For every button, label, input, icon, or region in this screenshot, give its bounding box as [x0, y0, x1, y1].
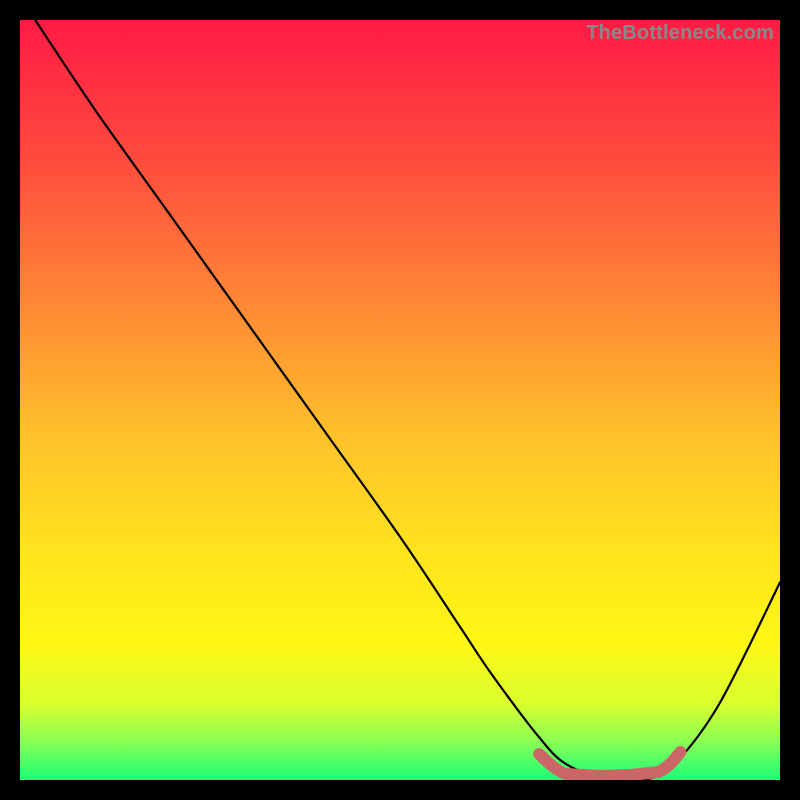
bottleneck-chart [20, 20, 780, 780]
watermark-text: TheBottleneck.com [586, 22, 774, 45]
gradient-background [20, 20, 780, 780]
chart-frame: TheBottleneck.com [20, 20, 780, 780]
